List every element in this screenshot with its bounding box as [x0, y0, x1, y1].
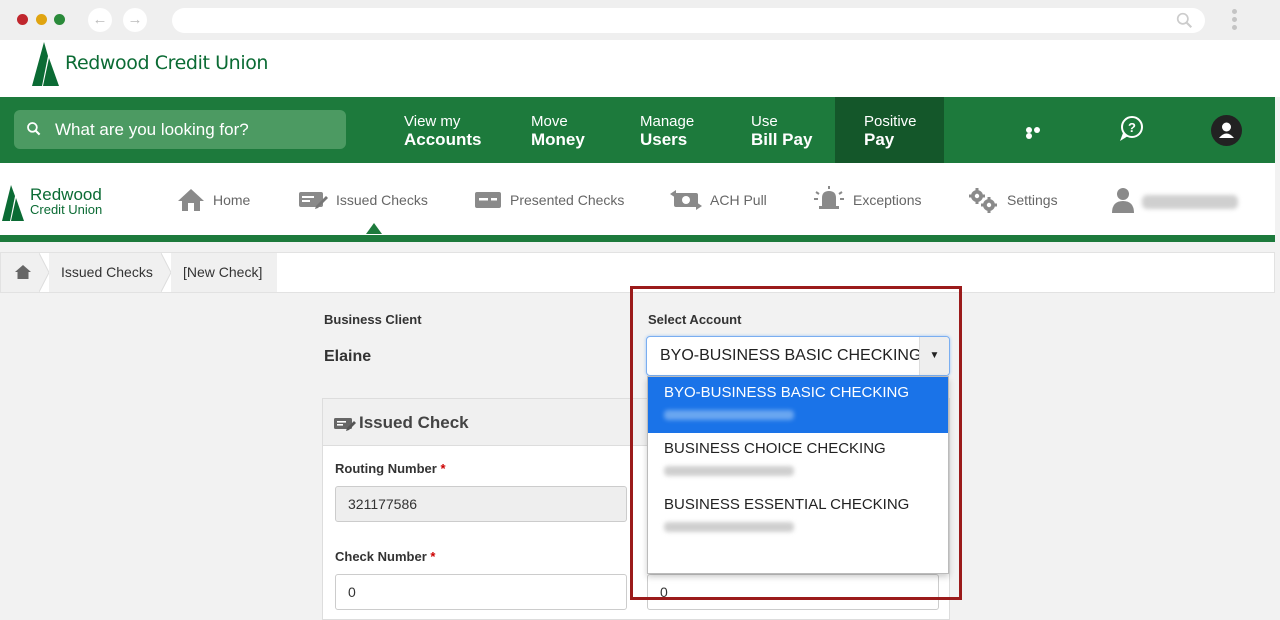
required-marker: * — [430, 549, 436, 564]
nav-label-line1: Manage — [640, 113, 695, 130]
subnav-label: Presented Checks — [510, 192, 625, 208]
nav-label-line2: Pay — [864, 130, 895, 149]
nav-label-line1: View my — [404, 113, 461, 130]
subnav-home[interactable]: Home — [177, 185, 250, 215]
breadcrumb-issued-checks[interactable]: Issued Checks — [49, 253, 161, 292]
nav-label-line1: Positive — [864, 113, 917, 130]
subnav-user[interactable] — [1110, 185, 1144, 215]
subnav-presented-checks[interactable]: Presented Checks — [474, 185, 624, 215]
panel-title: Issued Check — [359, 413, 469, 432]
nav-bill-pay[interactable]: Use Bill Pay — [751, 97, 812, 163]
nav-view-accounts[interactable]: View my Accounts — [404, 97, 481, 163]
sub-brand-name: Redwood Credit Union — [30, 185, 103, 217]
browser-menu-icon[interactable] — [1230, 9, 1238, 33]
check-icon — [475, 192, 501, 208]
routing-number-label: Routing Number * — [335, 461, 446, 476]
forward-arrow-icon[interactable]: → — [123, 8, 147, 32]
check-number-field[interactable]: 0 — [335, 574, 627, 610]
subnav-label: ACH Pull — [710, 192, 767, 208]
active-tab-indicator — [366, 223, 382, 234]
breadcrumb-home[interactable] — [1, 253, 39, 292]
subnav-issued-checks[interactable]: Issued Checks — [298, 185, 428, 215]
check-number-label: Check Number * — [335, 549, 435, 564]
main-navigation: What are you looking for? View my Accoun… — [0, 97, 1275, 163]
more-options-icon[interactable] — [1026, 127, 1048, 139]
search-input[interactable]: What are you looking for? — [14, 110, 346, 149]
home-icon — [15, 265, 31, 279]
sub-brand-line2: Credit Union — [30, 202, 103, 217]
subnav-exceptions[interactable]: Exceptions — [813, 185, 921, 215]
sub-brand-line1: Redwood — [30, 185, 102, 204]
check-number-label-text: Check Number — [335, 549, 427, 564]
check-edit-icon — [334, 418, 356, 431]
alarm-bell-icon — [814, 186, 844, 209]
nav-label-line2: Bill Pay — [751, 130, 813, 149]
breadcrumb-separator-icon — [39, 253, 49, 292]
business-client-label: Business Client — [324, 312, 422, 327]
nav-label-line2: Money — [531, 130, 585, 149]
redwood-tree-logo-icon[interactable] — [32, 42, 62, 88]
nav-manage-users[interactable]: Manage Users — [640, 97, 694, 163]
subnav-label: Exceptions — [853, 192, 922, 208]
subnav-label: Settings — [1007, 192, 1058, 208]
breadcrumb-separator-icon — [161, 253, 171, 292]
brand-name[interactable]: Redwood Credit Union — [65, 52, 268, 74]
browser-chrome: ← → — [0, 0, 1280, 40]
check-number-value: 0 — [348, 584, 356, 600]
subnav-ach-pull[interactable]: ACH Pull — [670, 185, 767, 215]
brand-header: Redwood Credit Union — [0, 40, 1280, 97]
check-edit-icon — [299, 192, 328, 209]
subnav-label: Issued Checks — [336, 192, 428, 208]
routing-number-field[interactable]: 321177586 — [335, 486, 627, 522]
routing-number-label-text: Routing Number — [335, 461, 437, 476]
search-icon — [1176, 12, 1193, 29]
nav-divider — [0, 235, 1275, 242]
user-name-blurred — [1142, 195, 1238, 209]
search-icon — [27, 122, 41, 136]
nav-move-money[interactable]: Move Money — [531, 97, 585, 163]
business-client-value: Elaine — [324, 348, 372, 365]
svg-text:?: ? — [1128, 120, 1136, 135]
breadcrumb-label: [New Check] — [183, 264, 263, 280]
address-bar[interactable] — [172, 8, 1205, 33]
money-transfer-icon — [670, 190, 702, 210]
required-marker: * — [440, 461, 446, 476]
highlight-annotation-box — [630, 286, 962, 600]
home-icon — [178, 189, 204, 211]
nav-label-line2: Users — [640, 130, 688, 149]
maximize-window-icon[interactable] — [54, 14, 65, 25]
nav-label-line2: Accounts — [404, 130, 482, 149]
nav-label-line1: Move — [531, 113, 568, 130]
routing-number-value: 321177586 — [348, 496, 418, 512]
breadcrumb-new-check: [New Check] — [171, 253, 277, 292]
subnav-settings[interactable]: Settings — [967, 185, 1058, 215]
breadcrumb-label: Issued Checks — [61, 264, 153, 280]
nav-label-line1: Use — [751, 113, 778, 130]
positive-pay-subnav: Redwood Credit Union Home Issued Checks … — [0, 163, 1275, 235]
minimize-window-icon[interactable] — [36, 14, 47, 25]
help-chat-icon[interactable]: ? — [1117, 115, 1145, 143]
redwood-tree-logo-icon — [2, 185, 24, 221]
back-arrow-icon[interactable]: ← — [88, 8, 112, 32]
search-placeholder: What are you looking for? — [55, 120, 249, 139]
user-avatar-icon — [1112, 188, 1134, 213]
user-profile-icon[interactable] — [1211, 115, 1242, 146]
close-window-icon[interactable] — [17, 14, 28, 25]
gears-icon — [969, 188, 997, 213]
subnav-label: Home — [213, 192, 251, 208]
nav-positive-pay[interactable]: Positive Pay — [835, 97, 944, 163]
